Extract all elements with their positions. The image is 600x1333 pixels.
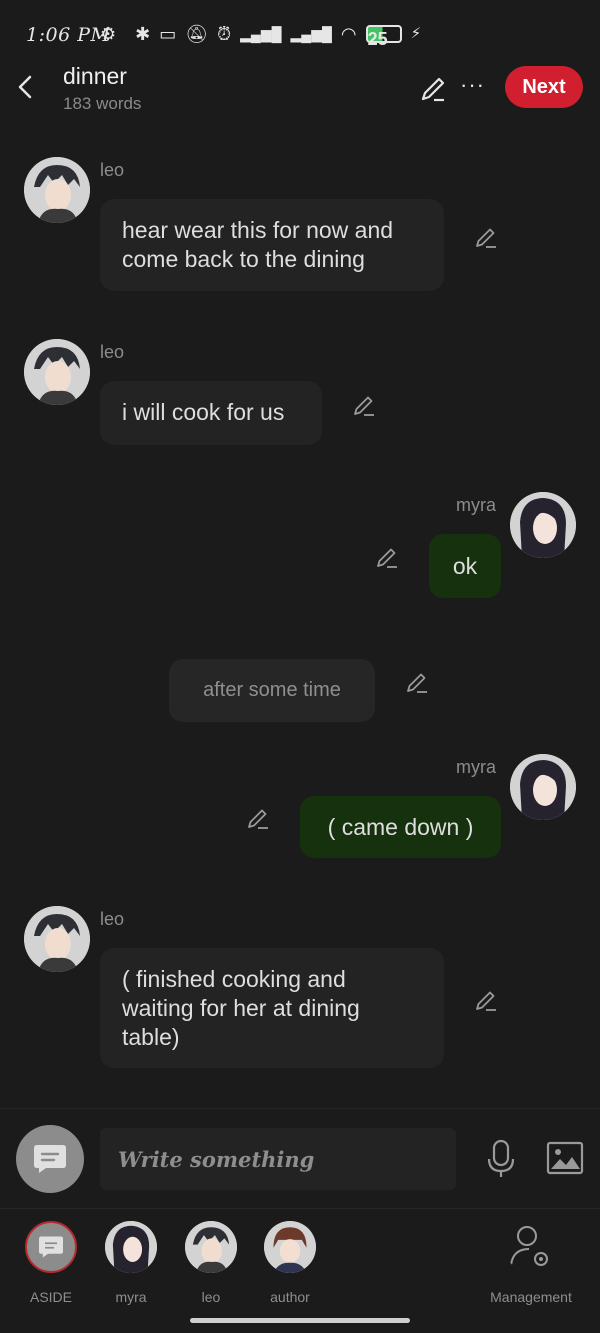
edit-message-icon[interactable] bbox=[404, 670, 430, 696]
aside-bubble-icon bbox=[34, 1145, 66, 1173]
tab-myra[interactable]: myra bbox=[93, 1221, 169, 1305]
edit-message-icon[interactable] bbox=[351, 393, 377, 419]
vibrate-icon: ▭ bbox=[159, 24, 177, 44]
tab-author[interactable]: author bbox=[252, 1221, 328, 1305]
avatar-leo[interactable] bbox=[24, 157, 90, 223]
edit-message-icon[interactable] bbox=[374, 545, 400, 571]
alarm-icon: ⏰︎ bbox=[217, 24, 232, 44]
image-icon[interactable] bbox=[546, 1141, 584, 1175]
next-button[interactable]: Next bbox=[505, 66, 583, 108]
signal-2-icon: ▂▄▆█ bbox=[290, 26, 332, 42]
avatar-myra[interactable] bbox=[510, 754, 576, 820]
avatar-author bbox=[264, 1221, 316, 1273]
tab-label: leo bbox=[201, 1289, 221, 1305]
tab-label: myra bbox=[115, 1289, 147, 1305]
signal-icon: ▂▄▆█ bbox=[240, 26, 282, 42]
tab-label: Management bbox=[490, 1289, 572, 1305]
status-bar: 1:06 PM ⚙ ✱ ▭ 🔕︎ ⏰︎ ▂▄▆█ ▂▄▆█ ◠ 25 ⚡︎ bbox=[0, 0, 600, 60]
aside-toggle-button[interactable] bbox=[16, 1125, 84, 1193]
tab-label: author bbox=[270, 1289, 310, 1305]
narration-bubble[interactable]: after some time bbox=[169, 659, 375, 722]
message-bubble[interactable]: hear wear this for now and come back to … bbox=[100, 199, 444, 291]
avatar-leo[interactable] bbox=[24, 906, 90, 972]
wifi-icon: ◠ bbox=[340, 24, 357, 44]
avatar-leo bbox=[185, 1221, 237, 1273]
management-icon bbox=[505, 1221, 557, 1273]
speaker-name: leo bbox=[100, 342, 125, 362]
home-indicator[interactable] bbox=[190, 1318, 410, 1323]
header: dinner 183 words ··· Next bbox=[0, 60, 600, 120]
speaker-name: myra bbox=[456, 495, 496, 515]
message-bubble[interactable]: i will cook for us bbox=[100, 381, 322, 445]
speaker-name: leo bbox=[100, 909, 125, 929]
message-input[interactable] bbox=[100, 1128, 456, 1190]
settings-icon: ⚙ bbox=[100, 24, 117, 44]
tab-aside[interactable]: ASIDE bbox=[13, 1221, 89, 1305]
mute-bell-icon: 🔕︎ bbox=[185, 24, 209, 44]
character-tab-bar: ASIDE myra leo author Management bbox=[0, 1208, 600, 1310]
page-title: dinner bbox=[63, 63, 127, 89]
aside-icon bbox=[25, 1221, 77, 1273]
edit-message-icon[interactable] bbox=[245, 806, 271, 832]
tab-label: ASIDE bbox=[29, 1289, 72, 1305]
more-options-icon[interactable]: ··· bbox=[460, 72, 485, 98]
status-icons: ⚙ ✱ ▭ 🔕︎ ⏰︎ ▂▄▆█ ▂▄▆█ ◠ 25 ⚡︎ bbox=[100, 22, 422, 49]
edit-message-icon[interactable] bbox=[473, 225, 499, 251]
word-count: 183 words bbox=[63, 94, 142, 113]
tab-leo[interactable]: leo bbox=[173, 1221, 249, 1305]
edit-message-icon[interactable] bbox=[473, 988, 499, 1014]
speaker-name: myra bbox=[456, 757, 496, 777]
composer-bar bbox=[0, 1108, 600, 1208]
tab-management[interactable]: Management bbox=[483, 1221, 579, 1305]
message-bubble-self[interactable]: ( came down ) bbox=[300, 796, 501, 858]
message-bubble-self[interactable]: ok bbox=[429, 534, 501, 598]
status-time: 1:06 PM bbox=[26, 24, 111, 46]
back-icon[interactable] bbox=[14, 72, 38, 102]
speaker-name: leo bbox=[100, 160, 125, 180]
bluetooth-icon: ✱ bbox=[135, 24, 151, 44]
charging-icon: ⚡︎ bbox=[410, 25, 422, 42]
avatar-myra bbox=[105, 1221, 157, 1273]
avatar-leo[interactable] bbox=[24, 339, 90, 405]
microphone-icon[interactable] bbox=[484, 1139, 518, 1179]
message-bubble[interactable]: ( finished cooking and waiting for her a… bbox=[100, 948, 444, 1068]
battery-icon: 25 bbox=[365, 25, 402, 49]
edit-title-icon[interactable] bbox=[418, 74, 448, 104]
avatar-myra[interactable] bbox=[510, 492, 576, 558]
